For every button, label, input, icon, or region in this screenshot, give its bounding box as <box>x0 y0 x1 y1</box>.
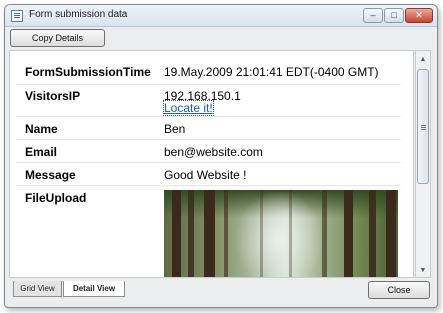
toolbar: Copy Details <box>5 27 437 49</box>
field-label: VisitorsIP <box>25 89 81 103</box>
scroll-thumb[interactable] <box>417 69 429 184</box>
minimize-button[interactable]: – <box>363 8 383 23</box>
row-message: Message Good Website ! <box>16 163 401 186</box>
row-form-submission-time: FormSubmissionTime 19.May.2009 21:01:41 … <box>16 59 401 85</box>
title-bar: Form submission data – □ ✕ <box>5 5 437 27</box>
bottom-bar: Grid View Detail View Close <box>5 279 437 307</box>
close-button[interactable]: Close <box>368 281 430 299</box>
window-icon <box>11 10 23 22</box>
tab-grid-view[interactable]: Grid View <box>13 281 62 297</box>
maximize-button[interactable]: □ <box>384 8 404 23</box>
vertical-scrollbar[interactable]: ▲ ▼ <box>415 50 431 278</box>
forest-photo <box>164 190 398 277</box>
scroll-down-icon[interactable]: ▼ <box>416 263 430 277</box>
close-window-button[interactable]: ✕ <box>405 8 433 23</box>
field-value: ben@website.com <box>164 145 263 159</box>
field-value: Good Website ! <box>164 168 247 182</box>
field-value: Ben <box>164 122 186 136</box>
copy-details-button[interactable]: Copy Details <box>10 29 105 47</box>
field-label: FormSubmissionTime <box>25 65 151 79</box>
field-label: Name <box>25 122 58 136</box>
tab-detail-view[interactable]: Detail View <box>63 281 125 297</box>
row-file-upload: FileUpload <box>16 186 401 277</box>
field-label: FileUpload <box>25 191 87 205</box>
field-label: Email <box>25 145 58 159</box>
row-email: Email ben@website.com <box>16 140 401 163</box>
locate-it-link[interactable]: Locate it! <box>163 100 214 116</box>
field-label: Message <box>25 168 76 182</box>
row-name: Name Ben <box>16 117 401 140</box>
field-value: 19.May.2009 21:01:41 EDT(-0400 GMT) <box>164 65 379 79</box>
form-submission-window: Form submission data – □ ✕ Copy Details … <box>4 4 438 308</box>
details-panel: FormSubmissionTime 19.May.2009 21:01:41 … <box>9 50 414 278</box>
scroll-up-icon[interactable]: ▲ <box>416 52 430 66</box>
window-title: Form submission data <box>29 9 128 20</box>
caption-buttons: – □ ✕ <box>363 8 433 23</box>
row-visitors-ip: VisitorsIP 192.168.150.1 Locate it! <box>16 85 401 117</box>
